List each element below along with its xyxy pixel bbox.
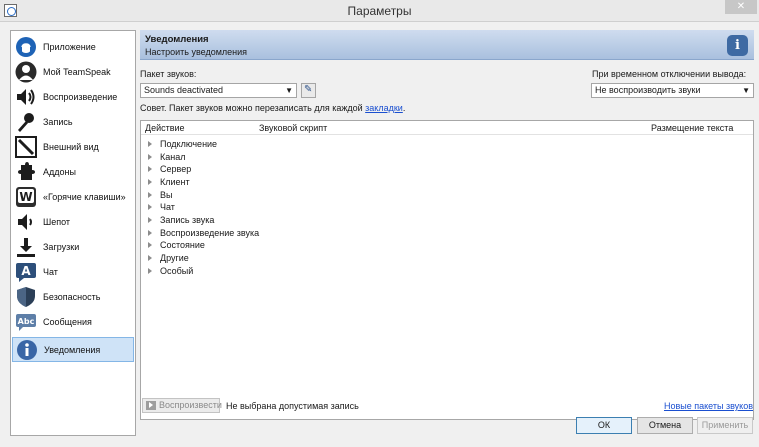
chevron-down-icon: ▼ bbox=[742, 86, 750, 95]
sidebar-item-appearance[interactable]: Внешний вид bbox=[12, 134, 134, 159]
sidebar-item-label: «Горячие клавиши» bbox=[43, 191, 126, 202]
sidebar-item-my-teamspeak[interactable]: Мой TeamSpeak bbox=[12, 59, 134, 84]
mute-output-label: При временном отключении вывода: bbox=[592, 69, 747, 79]
chevron-down-icon: ▼ bbox=[285, 86, 293, 95]
ok-button[interactable]: ОК bbox=[576, 417, 632, 434]
sidebar-item-addons[interactable]: Аддоны bbox=[12, 159, 134, 184]
tree-item[interactable]: Состояние bbox=[146, 239, 205, 251]
appearance-icon bbox=[15, 135, 37, 158]
sidebar-item-label: Мой TeamSpeak bbox=[43, 66, 111, 77]
chat-icon: A bbox=[16, 262, 36, 282]
section-title: Уведомления bbox=[145, 34, 209, 45]
expand-arrow-icon[interactable] bbox=[148, 255, 152, 261]
tree-item[interactable]: Сервер bbox=[146, 163, 191, 175]
expand-arrow-icon[interactable] bbox=[148, 204, 152, 210]
edit-icon: ✎ bbox=[304, 84, 313, 95]
edit-sound-pack-button[interactable]: ✎ bbox=[301, 83, 316, 98]
info-icon: i bbox=[727, 35, 748, 56]
section-subtitle: Настроить уведомления bbox=[145, 47, 248, 57]
sidebar-item-label: Воспроизведение bbox=[43, 91, 118, 102]
sidebar-item-label: Загрузки bbox=[43, 241, 80, 252]
tree-item[interactable]: Другие bbox=[146, 252, 189, 264]
expand-arrow-icon[interactable] bbox=[148, 141, 152, 147]
puzzle-icon bbox=[18, 161, 35, 180]
tree-item[interactable]: Чат bbox=[146, 201, 175, 213]
tree-item[interactable]: Клиент bbox=[146, 176, 190, 188]
svg-text:W: W bbox=[19, 190, 32, 204]
sound-pack-value: Sounds deactivated bbox=[144, 85, 224, 95]
sidebar-item-chat[interactable]: A Чат bbox=[12, 259, 134, 284]
sidebar-item-application[interactable]: Приложение bbox=[12, 34, 134, 59]
bookmarks-link[interactable]: закладки bbox=[365, 103, 403, 113]
sidebar-item-label: Внешний вид bbox=[43, 141, 99, 152]
apply-button[interactable]: Применить bbox=[697, 417, 753, 434]
play-sound-button[interactable]: Воспроизвести bbox=[142, 398, 222, 413]
notifications-tree: Действие Звуковой скрипт Размещение текс… bbox=[140, 120, 754, 420]
column-header-text-placement[interactable]: Размещение текста bbox=[651, 123, 733, 133]
shield-icon bbox=[17, 286, 35, 307]
expand-arrow-icon[interactable] bbox=[148, 268, 152, 274]
speaker-icon bbox=[17, 88, 35, 105]
sidebar-item-security[interactable]: Безопасность bbox=[12, 284, 134, 309]
expand-arrow-icon[interactable] bbox=[148, 230, 152, 236]
expand-arrow-icon[interactable] bbox=[148, 166, 152, 172]
messages-icon: Abc bbox=[16, 313, 36, 331]
tree-item[interactable]: Вы bbox=[146, 189, 172, 201]
sound-pack-select[interactable]: Sounds deactivated ▼ bbox=[140, 83, 297, 98]
settings-sidebar: Приложение Мой TeamSpeak Воспроизведение… bbox=[10, 30, 136, 436]
expand-arrow-icon[interactable] bbox=[148, 242, 152, 248]
window-title: Параметры bbox=[347, 4, 412, 18]
sidebar-item-notifications[interactable]: Уведомления bbox=[12, 337, 134, 362]
svg-text:Abc: Abc bbox=[18, 317, 35, 326]
sidebar-item-whisper[interactable]: Шепот bbox=[12, 209, 134, 234]
tree-item[interactable]: Подключение bbox=[146, 138, 217, 150]
playback-status-text: Не выбрана допустимая запись bbox=[226, 401, 359, 411]
svg-text:A: A bbox=[21, 264, 31, 278]
new-sound-packs-link[interactable]: Новые пакеты звуков bbox=[664, 401, 753, 411]
expand-arrow-icon[interactable] bbox=[148, 154, 152, 160]
whisper-icon bbox=[18, 213, 32, 230]
column-header-sound-script[interactable]: Звуковой скрипт bbox=[259, 123, 327, 133]
microphone-icon bbox=[18, 112, 34, 132]
sidebar-item-playback[interactable]: Воспроизведение bbox=[12, 84, 134, 109]
hotkey-icon: W bbox=[16, 186, 36, 207]
close-button[interactable]: ✕ bbox=[725, 0, 757, 14]
sidebar-item-label: Запись bbox=[43, 116, 73, 127]
cancel-button[interactable]: Отмена bbox=[637, 417, 693, 434]
mute-output-value: Не воспроизводить звуки bbox=[595, 85, 701, 95]
tree-item[interactable]: Воспроизведение звука bbox=[146, 227, 259, 239]
sidebar-item-downloads[interactable]: Загрузки bbox=[12, 234, 134, 259]
sidebar-item-messages[interactable]: Abc Сообщения bbox=[12, 309, 134, 334]
tree-header: Действие Звуковой скрипт Размещение текс… bbox=[141, 121, 753, 135]
mute-output-select[interactable]: Не воспроизводить звуки ▼ bbox=[591, 83, 754, 98]
tree-item[interactable]: Запись звука bbox=[146, 214, 214, 226]
expand-arrow-icon[interactable] bbox=[148, 192, 152, 198]
title-bar: Параметры ✕ bbox=[0, 0, 759, 22]
sidebar-item-label: Уведомления bbox=[44, 344, 101, 355]
tree-item[interactable]: Канал bbox=[146, 151, 185, 163]
notifications-panel: Уведомления Настроить уведомления i Паке… bbox=[140, 30, 754, 420]
sidebar-item-hotkeys[interactable]: W «Горячие клавиши» bbox=[12, 184, 134, 209]
column-header-action[interactable]: Действие bbox=[145, 123, 185, 133]
tree-item[interactable]: Особый bbox=[146, 265, 193, 277]
sound-pack-label: Пакет звуков: bbox=[140, 69, 197, 79]
download-icon bbox=[17, 237, 35, 257]
app-icon bbox=[16, 36, 36, 57]
sidebar-item-label: Шепот bbox=[43, 216, 71, 227]
sidebar-item-label: Приложение bbox=[43, 41, 96, 52]
play-icon bbox=[146, 401, 156, 410]
profile-icon bbox=[15, 61, 37, 82]
sidebar-item-label: Аддоны bbox=[43, 166, 76, 177]
section-header: Уведомления Настроить уведомления i bbox=[140, 30, 754, 60]
tip-text: Совет. Пакет звуков можно перезаписать д… bbox=[140, 103, 406, 113]
sidebar-item-label: Сообщения bbox=[43, 316, 92, 327]
sidebar-item-label: Чат bbox=[43, 266, 58, 277]
sidebar-item-recording[interactable]: Запись bbox=[12, 109, 134, 134]
expand-arrow-icon[interactable] bbox=[148, 179, 152, 185]
info-icon bbox=[17, 339, 37, 360]
expand-arrow-icon[interactable] bbox=[148, 217, 152, 223]
sidebar-item-label: Безопасность bbox=[43, 291, 101, 302]
